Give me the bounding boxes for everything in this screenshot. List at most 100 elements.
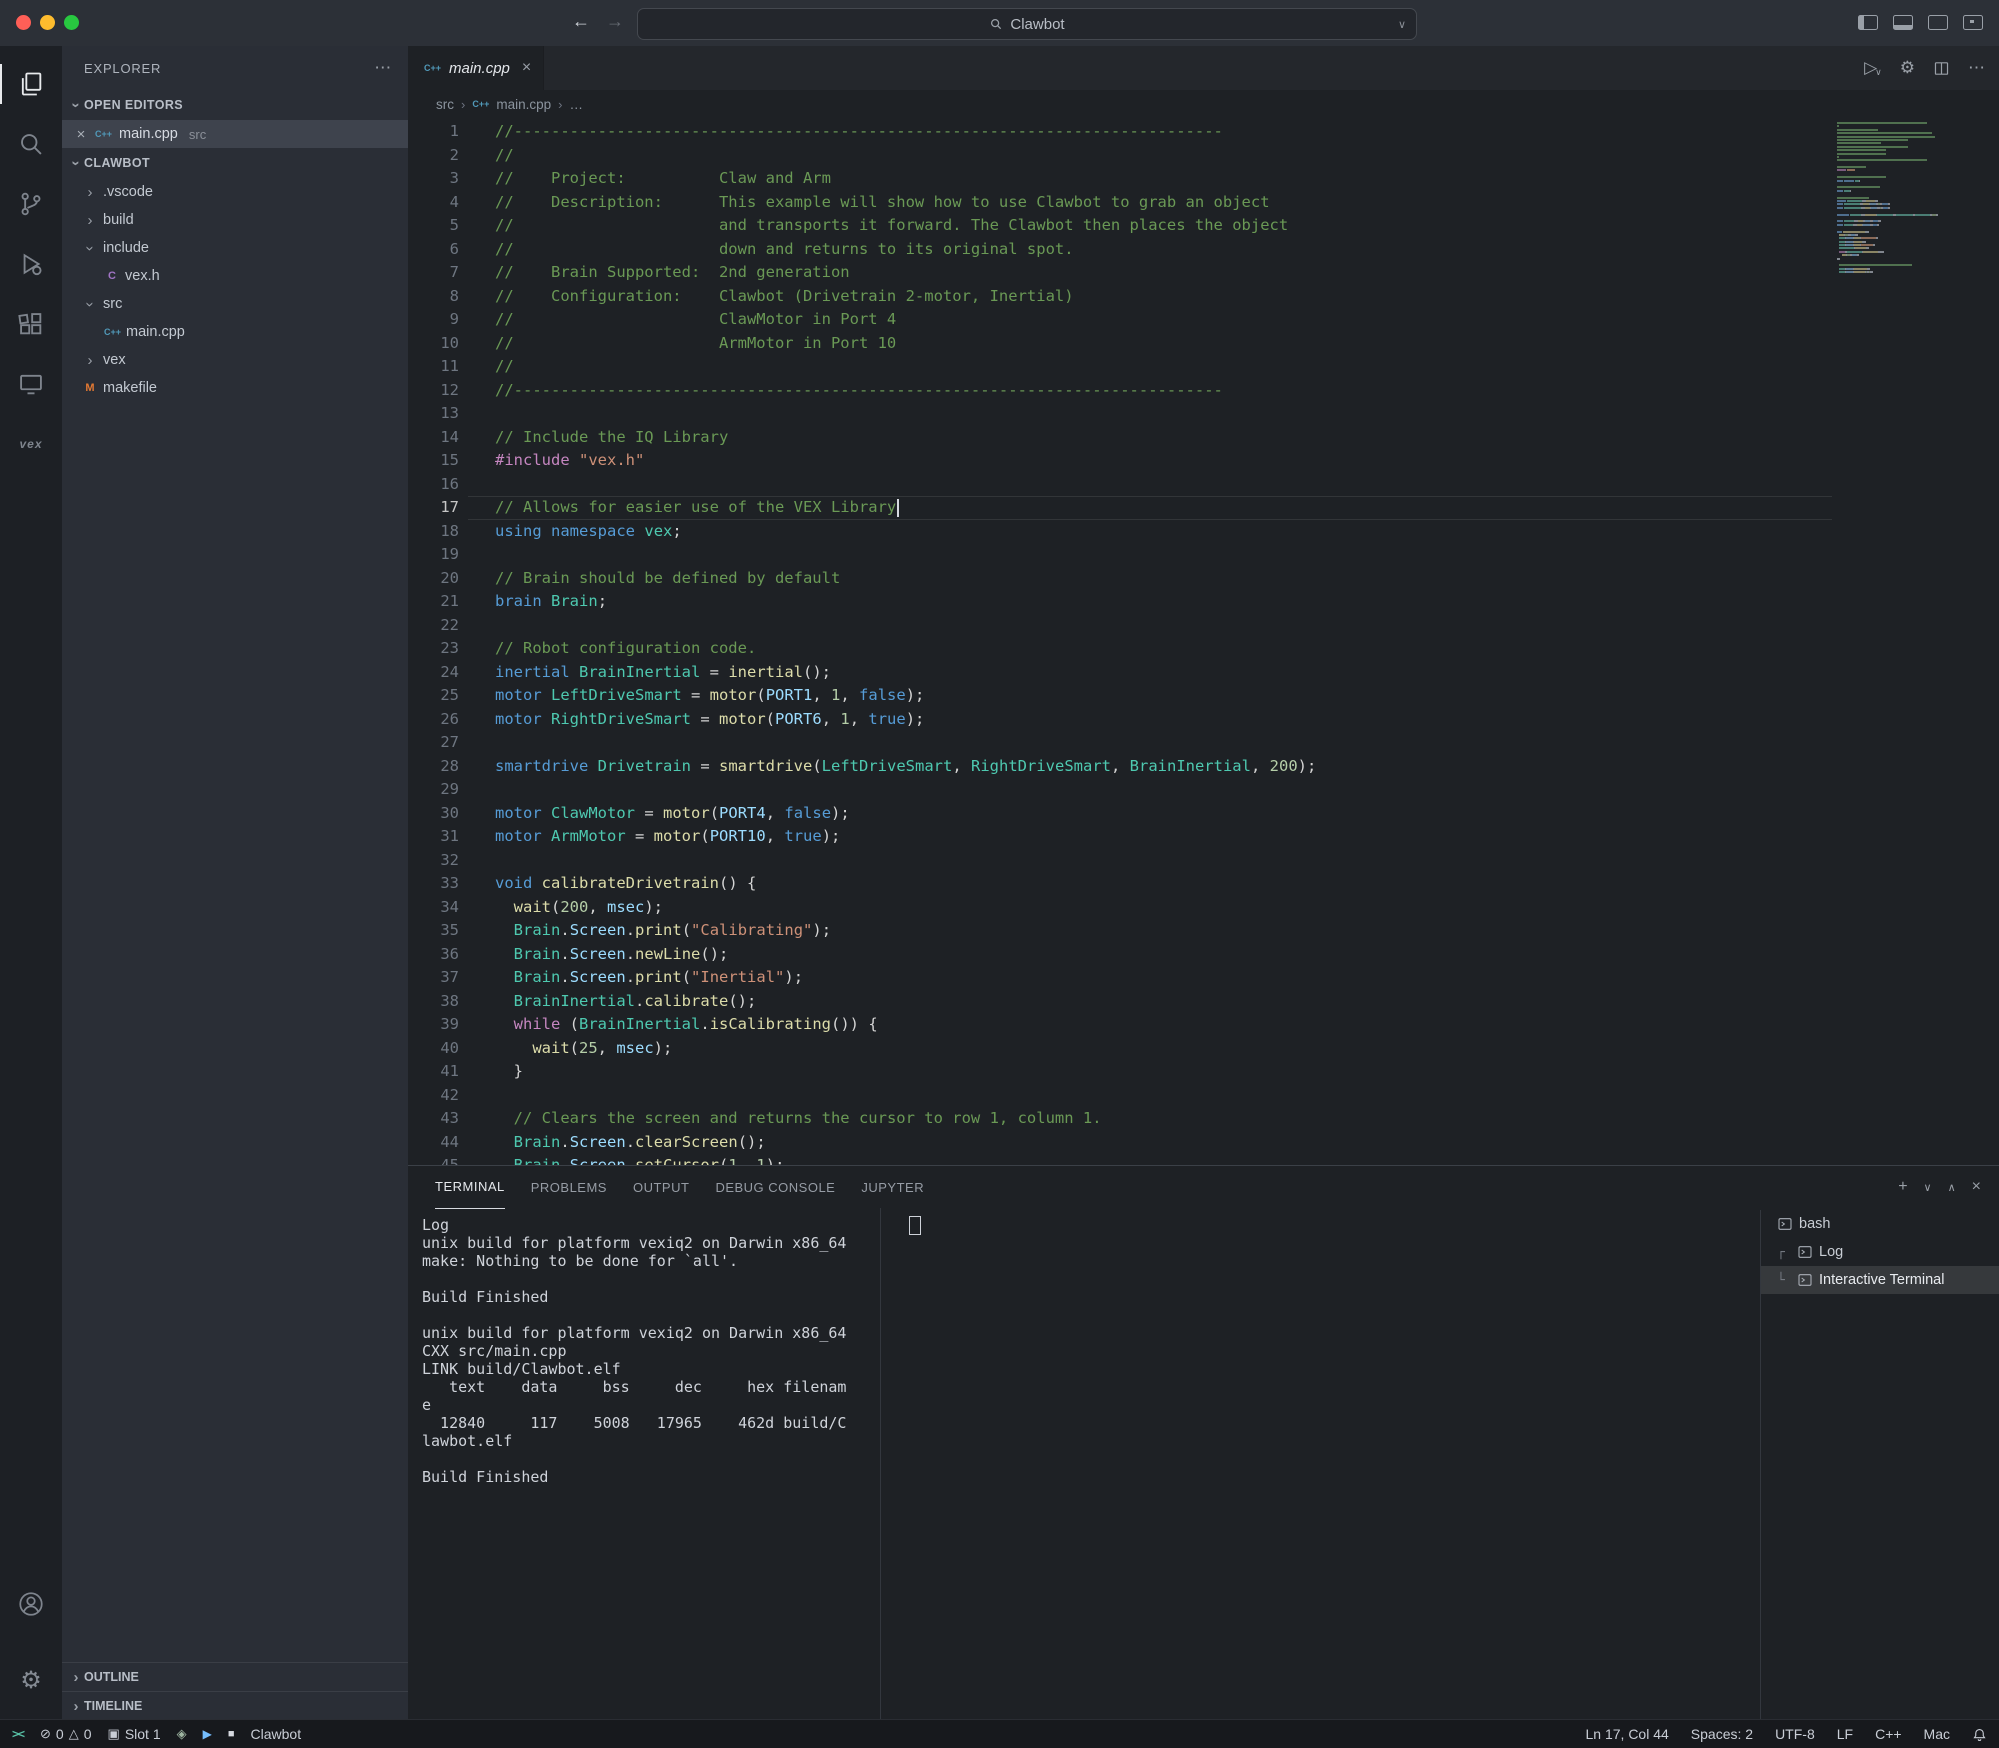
- tree-item-makefile[interactable]: Mmakefile: [62, 374, 408, 402]
- line-number[interactable]: 7: [408, 261, 468, 285]
- chevron-down-icon[interactable]: ∨: [1398, 18, 1406, 31]
- terminal-dropdown-icon[interactable]: ∨: [1924, 1181, 1932, 1194]
- minimap[interactable]: [1837, 122, 1989, 275]
- line-number[interactable]: 24: [408, 661, 468, 685]
- remote-indicator[interactable]: ><: [12, 1727, 25, 1741]
- close-icon[interactable]: ×: [522, 59, 531, 77]
- panel-tab-jupyter[interactable]: JUPYTER: [861, 1166, 924, 1208]
- line-number[interactable]: 11: [408, 355, 468, 379]
- line-number[interactable]: 28: [408, 755, 468, 779]
- more-actions-icon[interactable]: ⋯: [1968, 58, 1985, 78]
- line-number[interactable]: 13: [408, 402, 468, 426]
- line-number[interactable]: 29: [408, 778, 468, 802]
- line-number[interactable]: 2: [408, 144, 468, 168]
- line-number[interactable]: 35: [408, 919, 468, 943]
- panel-tab-debug-console[interactable]: DEBUG CONSOLE: [715, 1166, 835, 1208]
- breadcrumb[interactable]: src › C++ main.cpp › …: [408, 90, 1999, 118]
- status-keymap[interactable]: Mac: [1924, 1726, 1950, 1742]
- code-line[interactable]: motor ClawMotor = motor(PORT4, false);: [468, 802, 1832, 826]
- workspace-section-header[interactable]: › CLAWBOT: [62, 148, 408, 178]
- more-actions-icon[interactable]: ⋯: [374, 58, 392, 78]
- code-line[interactable]: using namespace vex;: [468, 520, 1832, 544]
- code-line[interactable]: [468, 1084, 1832, 1108]
- minimize-window-button[interactable]: [40, 15, 55, 30]
- code-line[interactable]: // down and returns to its original spot…: [468, 238, 1832, 262]
- line-number[interactable]: 31: [408, 825, 468, 849]
- problems-status[interactable]: ⊘ 0 △ 0: [40, 1726, 92, 1742]
- code-content[interactable]: //--------------------------------------…: [468, 120, 1832, 1166]
- code-line[interactable]: //--------------------------------------…: [468, 120, 1832, 144]
- breadcrumb-src[interactable]: src: [436, 97, 454, 112]
- tree-item-vex[interactable]: › vex: [62, 346, 408, 374]
- breadcrumb-symbol[interactable]: …: [569, 97, 583, 112]
- code-line[interactable]: Brain.Screen.clearScreen();: [468, 1131, 1832, 1155]
- code-line[interactable]: // ArmMotor in Port 10: [468, 332, 1832, 356]
- code-line[interactable]: [468, 849, 1832, 873]
- vex-extension-icon[interactable]: vex: [0, 414, 62, 474]
- run-debug-icon[interactable]: [0, 234, 62, 294]
- code-editor[interactable]: 1 2 3 4 5 6 7 8 9 10 11 12 13 14 15 16 17 18 19 20 21 22 23 24 2…: [408, 118, 1999, 1166]
- close-window-button[interactable]: [16, 15, 31, 30]
- tree-item-main-cpp[interactable]: C++ main.cpp: [62, 318, 408, 346]
- line-number[interactable]: 20: [408, 567, 468, 591]
- code-line[interactable]: // and transports it forward. The Clawbo…: [468, 214, 1832, 238]
- code-line[interactable]: #include "vex.h": [468, 449, 1832, 473]
- new-terminal-icon[interactable]: +: [1898, 1178, 1907, 1196]
- notifications-bell-icon[interactable]: [1972, 1727, 1987, 1742]
- code-line[interactable]: [468, 731, 1832, 755]
- toggle-primary-sidebar-icon[interactable]: [1858, 15, 1878, 30]
- tree-item-vex-h[interactable]: Cvex.h: [62, 262, 408, 290]
- line-number[interactable]: 3: [408, 167, 468, 191]
- tree-item-src[interactable]: › src: [62, 290, 408, 318]
- code-line[interactable]: // Brain Supported: 2nd generation: [468, 261, 1832, 285]
- code-line[interactable]: [468, 543, 1832, 567]
- code-line[interactable]: // Robot configuration code.: [468, 637, 1832, 661]
- code-line[interactable]: wait(200, msec);: [468, 896, 1832, 920]
- toggle-panel-icon[interactable]: [1893, 15, 1913, 30]
- line-number[interactable]: 37: [408, 966, 468, 990]
- line-number[interactable]: 14: [408, 426, 468, 450]
- settings-gear-icon[interactable]: ⚙: [0, 1650, 62, 1710]
- project-name[interactable]: Clawbot: [251, 1726, 302, 1742]
- status-encoding[interactable]: UTF-8: [1775, 1726, 1815, 1742]
- code-line[interactable]: // Configuration: Clawbot (Drivetrain 2-…: [468, 285, 1832, 309]
- code-line[interactable]: [468, 778, 1832, 802]
- back-button[interactable]: ←: [572, 11, 590, 32]
- line-number[interactable]: 26: [408, 708, 468, 732]
- code-line[interactable]: Brain.Screen.newLine();: [468, 943, 1832, 967]
- code-line[interactable]: brain Brain;: [468, 590, 1832, 614]
- code-line[interactable]: // Include the IQ Library: [468, 426, 1832, 450]
- zoom-window-button[interactable]: [64, 15, 79, 30]
- open-editor-item[interactable]: × C++ main.cpp src: [62, 120, 408, 148]
- line-number[interactable]: 23: [408, 637, 468, 661]
- code-line[interactable]: motor LeftDriveSmart = motor(PORT1, 1, f…: [468, 684, 1832, 708]
- remote-explorer-icon[interactable]: [0, 354, 62, 414]
- terminal-list-item-interactive-terminal[interactable]: └ Interactive Terminal: [1761, 1266, 1999, 1294]
- code-line[interactable]: motor RightDriveSmart = motor(PORT6, 1, …: [468, 708, 1832, 732]
- tab-main-cpp[interactable]: C++ main.cpp ×: [408, 46, 545, 90]
- tree-item-include[interactable]: › include: [62, 234, 408, 262]
- code-line[interactable]: smartdrive Drivetrain = smartdrive(LeftD…: [468, 755, 1832, 779]
- close-panel-icon[interactable]: ×: [1972, 1178, 1981, 1196]
- accounts-icon[interactable]: [0, 1574, 62, 1634]
- forward-button[interactable]: →: [606, 11, 624, 32]
- tree-item-build[interactable]: › build: [62, 206, 408, 234]
- code-line[interactable]: Brain.Screen.print("Inertial");: [468, 966, 1832, 990]
- search-icon[interactable]: [0, 114, 62, 174]
- code-line[interactable]: [468, 614, 1832, 638]
- code-line[interactable]: // Allows for easier use of the VEX Libr…: [468, 496, 1832, 520]
- terminal-list-item-log[interactable]: ┌ Log: [1761, 1238, 1999, 1266]
- line-number[interactable]: 40: [408, 1037, 468, 1061]
- panel-tab-output[interactable]: OUTPUT: [633, 1166, 689, 1208]
- source-control-icon[interactable]: [0, 174, 62, 234]
- panel-tab-problems[interactable]: PROBLEMS: [531, 1166, 607, 1208]
- line-number[interactable]: 18: [408, 520, 468, 544]
- code-line[interactable]: Brain.Screen.print("Calibrating");: [468, 919, 1832, 943]
- status-cursor-position[interactable]: Ln 17, Col 44: [1586, 1726, 1669, 1742]
- terminal-list-item-bash[interactable]: bash: [1761, 1210, 1999, 1238]
- line-number[interactable]: 21: [408, 590, 468, 614]
- line-number[interactable]: 22: [408, 614, 468, 638]
- play-button[interactable]: ▶: [203, 1727, 212, 1741]
- code-line[interactable]: // ClawMotor in Port 4: [468, 308, 1832, 332]
- code-line[interactable]: inertial BrainInertial = inertial();: [468, 661, 1832, 685]
